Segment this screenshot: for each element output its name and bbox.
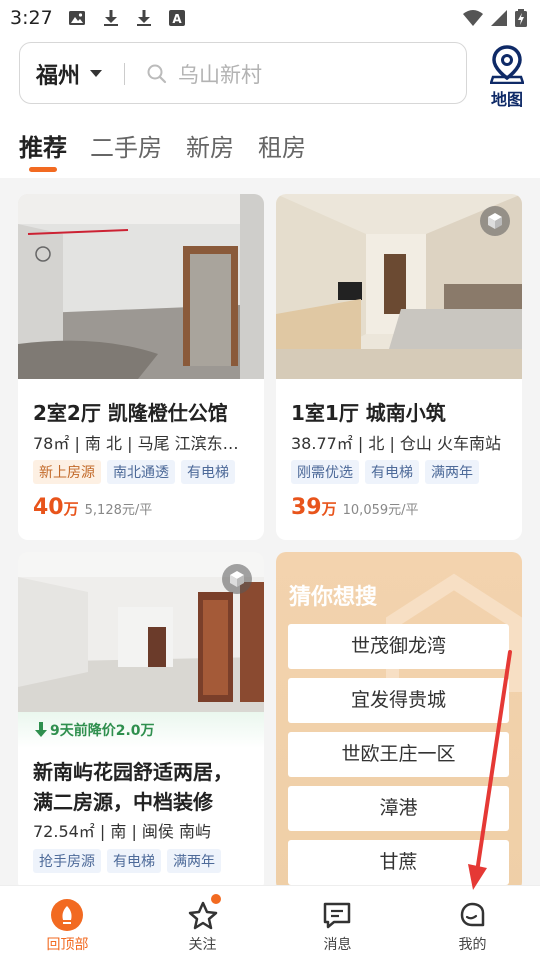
message-icon — [323, 902, 351, 929]
status-bar: 3:27 A — [0, 0, 540, 36]
category-tabs: 推荐 二手房 新房 租房 — [0, 128, 540, 174]
price-unit: 万 — [63, 500, 79, 518]
listing-photo[interactable] — [18, 194, 264, 379]
unit-price: 5,128元/平 — [84, 503, 153, 518]
vr-view-badge[interactable] — [480, 206, 510, 236]
nav-label: 我的 — [458, 937, 487, 953]
unit-price: 10,059元/平 — [342, 503, 419, 518]
nav-back-to-top[interactable]: 回顶部 — [0, 886, 135, 960]
search-input[interactable]: 乌山新村 — [178, 59, 262, 89]
listing-tag: 抢手房源 — [33, 849, 101, 873]
guess-search-item[interactable]: 世欧王庄一区 — [288, 732, 509, 777]
listing-tag: 南北通透 — [107, 460, 175, 484]
price-drop-text: 9天前降价2.0万 — [50, 723, 155, 739]
battery-icon — [515, 9, 527, 27]
cube-icon — [230, 571, 244, 587]
guess-search-title: 猜你想搜 — [289, 585, 378, 610]
cube-icon — [488, 213, 502, 229]
signal-icon — [491, 10, 507, 26]
profile-icon — [460, 902, 485, 927]
download-icon — [104, 10, 118, 26]
guess-search-card: 猜你想搜 世茂御龙湾 宜发得贵城 世欧王庄一区 漳港 甘蔗 — [276, 552, 522, 892]
vr-view-badge[interactable] — [222, 564, 252, 594]
listing-tag: 有电梯 — [107, 849, 161, 873]
map-button[interactable]: 地图 — [482, 44, 532, 109]
listing-title: 2室2厅 凯隆橙仕公馆 — [33, 401, 228, 425]
nav-label: 关注 — [188, 937, 217, 953]
listing-meta: 38.77㎡ | 北 | 仓山 火车南站 — [291, 434, 502, 453]
guess-search-item[interactable]: 宜发得贵城 — [288, 678, 509, 723]
city-selector[interactable]: 福州 — [36, 58, 80, 90]
guess-search-item[interactable]: 甘蔗 — [288, 840, 509, 885]
nav-messages[interactable]: 消息 — [270, 886, 405, 960]
search-icon — [147, 64, 167, 84]
map-pin-icon — [490, 45, 524, 84]
tab-rent[interactable]: 租房 — [258, 128, 306, 163]
chevron-down-icon[interactable] — [90, 70, 102, 77]
listing-tags: 抢手房源 有电梯 满两年 — [33, 849, 221, 873]
download-icon — [137, 10, 151, 26]
listing-tag: 刚需优选 — [291, 460, 359, 484]
image-notification-icon — [69, 11, 85, 25]
arrow-down-icon — [35, 722, 47, 737]
tab-second-hand[interactable]: 二手房 — [90, 128, 162, 163]
nav-mine[interactable]: 我的 — [405, 886, 540, 960]
listing-tag: 有电梯 — [181, 460, 235, 484]
price-value: 40 — [33, 495, 64, 520]
nav-label: 回顶部 — [46, 937, 89, 953]
price-unit: 万 — [321, 500, 337, 518]
listing-price: 39万 10,059元/平 — [291, 495, 419, 520]
listing-title: 1室1厅 城南小筑 — [291, 401, 446, 425]
guess-search-item[interactable]: 世茂御龙湾 — [288, 624, 509, 669]
listing-tag: 新上房源 — [33, 460, 101, 484]
nav-follow[interactable]: 关注 — [135, 886, 270, 960]
listing-meta: 78㎡ | 南 北 | 马尾 江滨东… — [33, 434, 239, 453]
svg-text:A: A — [172, 12, 182, 26]
listing-card[interactable]: 1室1厅 城南小筑 38.77㎡ | 北 | 仓山 火车南站 刚需优选 有电梯 … — [276, 194, 522, 540]
search-bar[interactable]: 福州 乌山新村 — [19, 42, 467, 104]
wifi-icon — [463, 10, 483, 26]
tab-new-home[interactable]: 新房 — [186, 128, 234, 163]
listing-tag: 有电梯 — [365, 460, 419, 484]
search-divider — [124, 63, 125, 85]
listing-tag: 满两年 — [167, 849, 221, 873]
listing-tag: 满两年 — [425, 460, 479, 484]
listing-tags: 新上房源 南北通透 有电梯 — [33, 460, 235, 484]
header: 福州 乌山新村 地图 推荐 二手房 新房 租房 — [0, 36, 540, 178]
price-drop-banner: 9天前降价2.0万 — [18, 712, 264, 748]
listing-title-line1: 新南屿花园舒适两居， — [33, 760, 233, 784]
listing-meta: 72.54㎡ | 南 | 闽侯 南屿 — [33, 822, 212, 841]
nav-label: 消息 — [323, 937, 352, 953]
font-app-icon: A — [169, 10, 185, 26]
guess-search-item[interactable]: 漳港 — [288, 786, 509, 831]
notification-dot — [209, 892, 223, 906]
status-time: 3:27 — [10, 7, 53, 29]
back-to-top-icon — [51, 899, 83, 931]
bottom-nav: 回顶部 关注 消息 我的 — [0, 886, 540, 960]
active-tab-indicator — [29, 167, 57, 172]
listing-card[interactable]: 2室2厅 凯隆橙仕公馆 78㎡ | 南 北 | 马尾 江滨东… 新上房源 南北通… — [18, 194, 264, 540]
listing-price: 40万 5,128元/平 — [33, 495, 152, 520]
map-label: 地图 — [490, 90, 523, 109]
tab-recommend[interactable]: 推荐 — [19, 128, 67, 163]
listing-card[interactable]: 9天前降价2.0万 新南屿花园舒适两居， 满二房源，中档装修 72.54㎡ | … — [18, 552, 264, 892]
listing-title-line2: 满二房源，中档装修 — [33, 790, 213, 814]
listing-tags: 刚需优选 有电梯 满两年 — [291, 460, 479, 484]
price-value: 39 — [291, 495, 322, 520]
